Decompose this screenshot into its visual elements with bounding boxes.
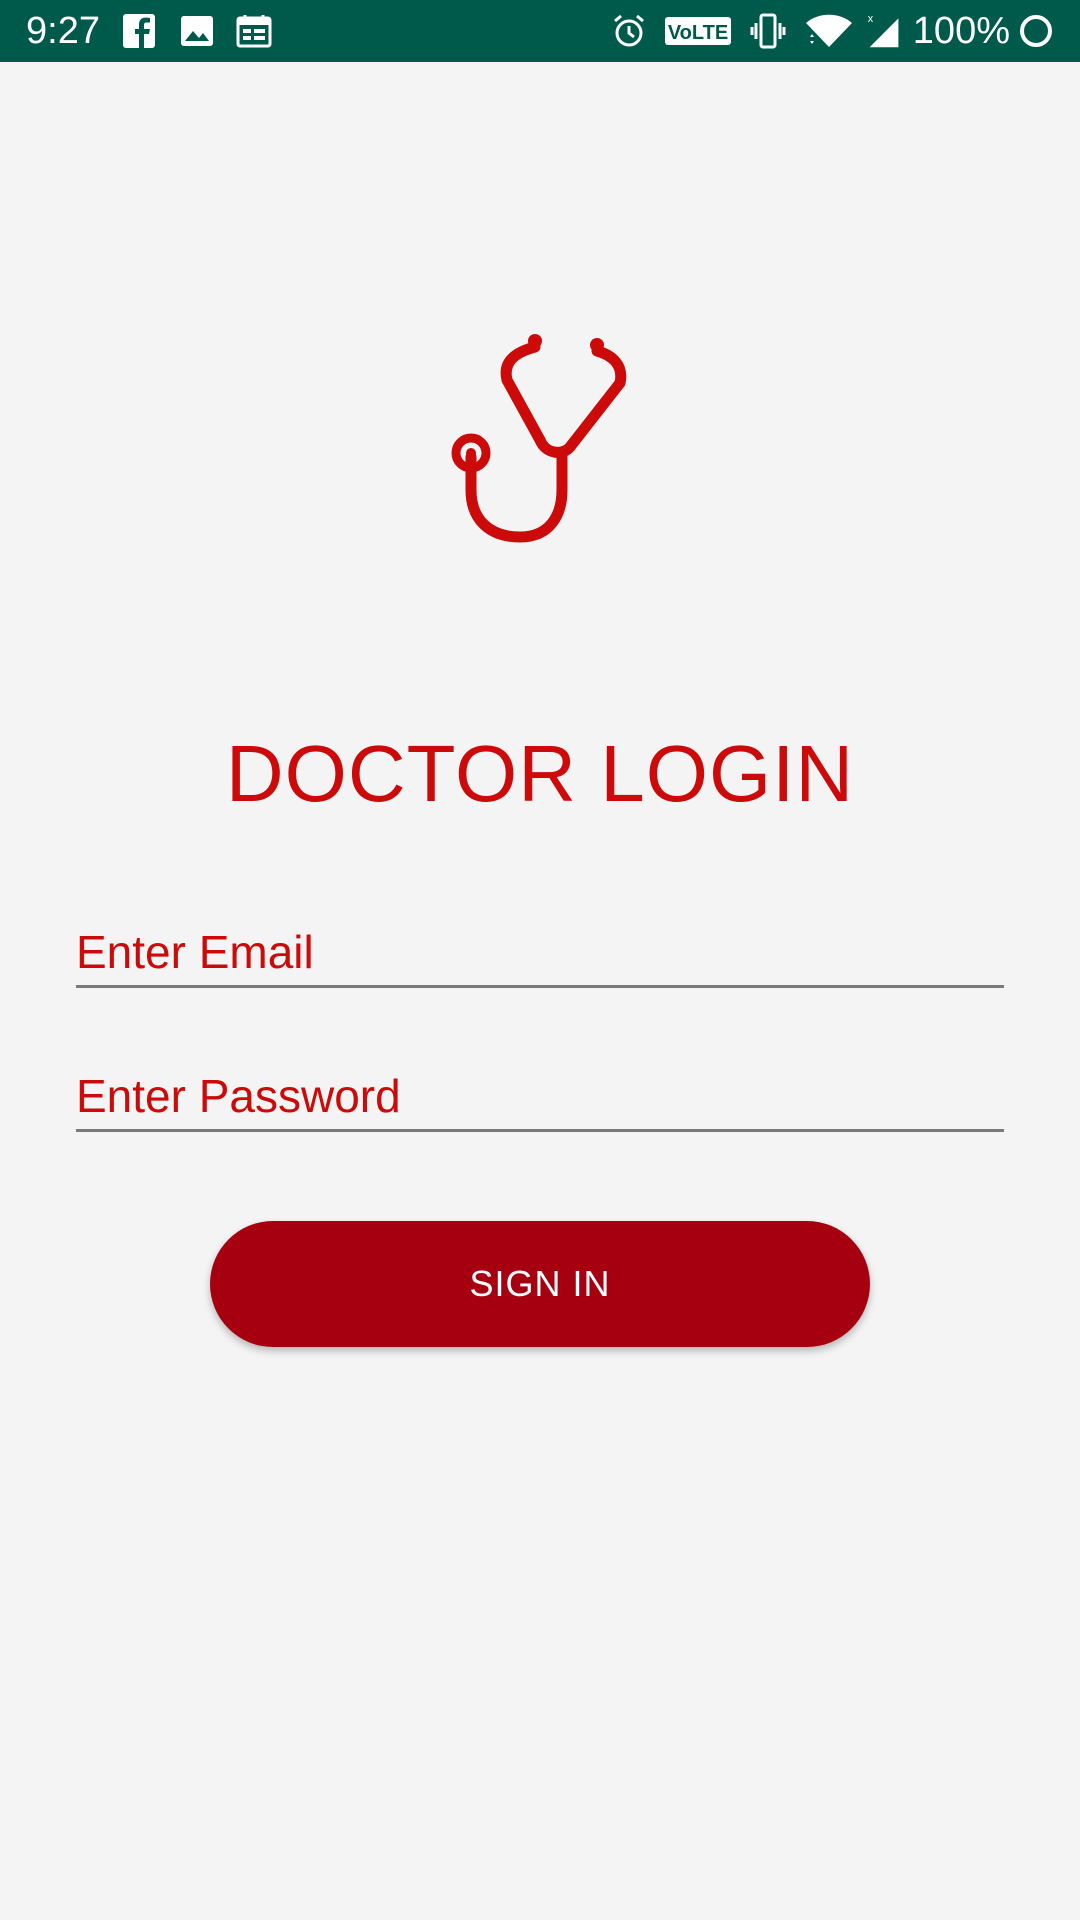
alarm-icon [614, 14, 644, 47]
email-field[interactable] [76, 918, 1004, 988]
password-input[interactable] [76, 1062, 1004, 1129]
volte-label: VoLTE [668, 22, 728, 44]
svg-text:x: x [868, 13, 874, 25]
page-title: DOCTOR LOGIN [225, 729, 855, 818]
calendar-icon [236, 15, 272, 48]
status-bar: 9:27 VoLTE x 100% [0, 0, 1080, 62]
battery-percent: 100% [912, 10, 1010, 52]
battery-circle-icon [1020, 15, 1052, 47]
image-icon [181, 16, 213, 46]
wifi-icon [806, 14, 852, 47]
vibrate-icon [750, 13, 786, 49]
password-field[interactable] [76, 1062, 1004, 1132]
facebook-icon [123, 14, 155, 48]
signal-icon: x [868, 13, 899, 48]
volte-icon: VoLTE [665, 17, 731, 45]
sign-in-button[interactable]: SIGN IN [210, 1221, 870, 1347]
stethoscope-icon [451, 334, 627, 543]
status-time: 9:27 [26, 10, 100, 52]
email-input[interactable] [76, 918, 1004, 985]
